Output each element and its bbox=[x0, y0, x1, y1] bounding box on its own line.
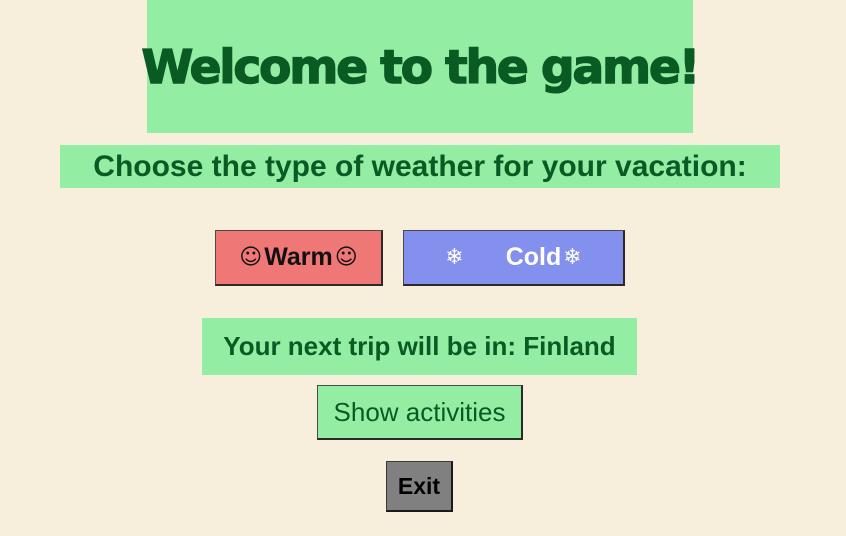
show-activities-button[interactable]: Show activities bbox=[317, 385, 523, 440]
cold-button-label: Cold bbox=[505, 243, 562, 271]
title-banner: Welcome to the game! bbox=[141, 0, 701, 133]
smiling-sun-icon: ☺ bbox=[334, 245, 358, 270]
exit-button-label: Exit bbox=[397, 472, 441, 499]
trip-result: Your next trip will be in: Finland bbox=[202, 318, 637, 375]
weather-prompt: Choose the type of weather for your vaca… bbox=[60, 145, 780, 188]
warm-button[interactable]: ☺ Warm ☺ bbox=[215, 230, 383, 286]
snowflake-icon: ❄ bbox=[563, 245, 582, 270]
game-title: Welcome to the game! bbox=[141, 39, 701, 95]
show-activities-label: Show activities bbox=[333, 396, 506, 427]
cold-button[interactable]: ❄ Cold ❄ bbox=[403, 230, 625, 286]
snowflake-icon: ❄ bbox=[445, 245, 464, 270]
warm-button-label: Warm bbox=[264, 243, 333, 271]
smiling-sun-icon: ☺ bbox=[239, 245, 263, 270]
exit-button[interactable]: Exit bbox=[386, 461, 453, 512]
